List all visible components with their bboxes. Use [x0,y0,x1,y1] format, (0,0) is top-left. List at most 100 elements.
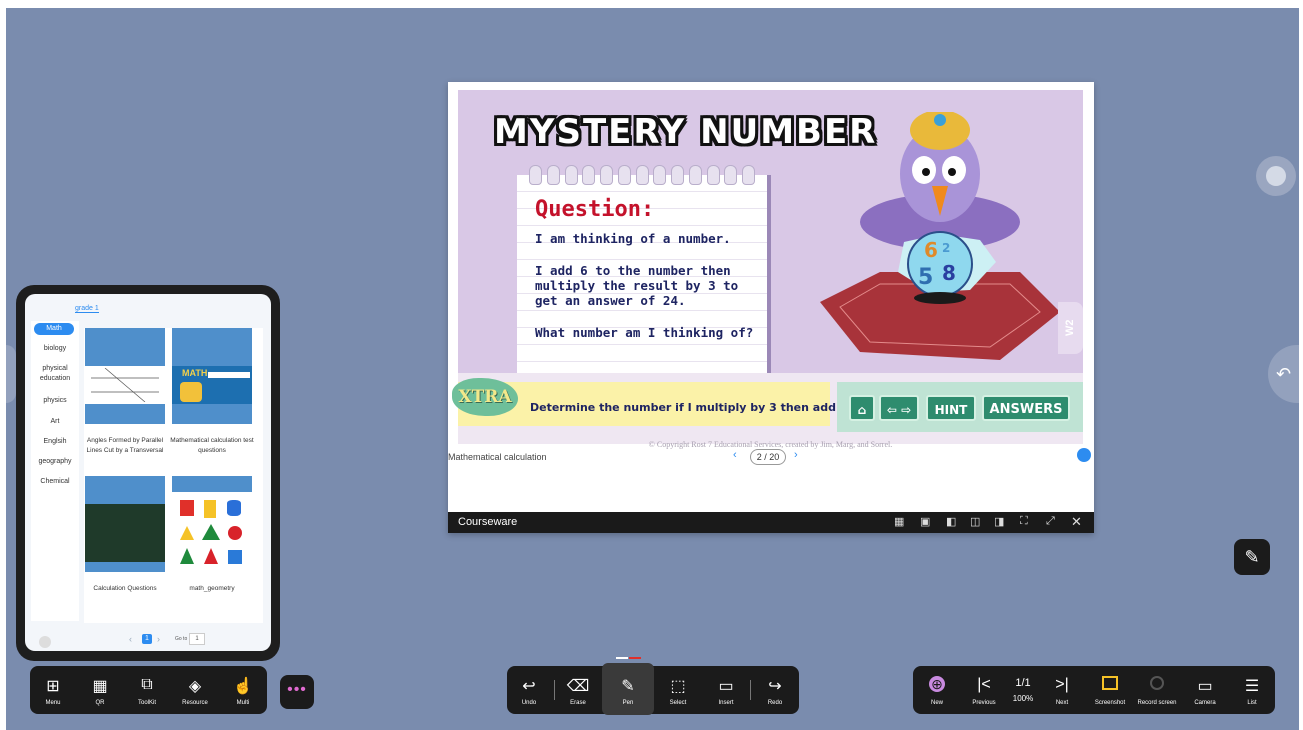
document-name: Mathematical calculation [448,452,547,462]
camera-icon: ▭ [1197,678,1213,695]
arrows-icon: ⇦ ⇨ [886,403,912,417]
hint-button[interactable]: HINT [926,395,976,421]
resource-title: Calculation Questions [93,585,157,592]
pager-next-icon[interactable]: › [157,634,160,644]
question-notepad: Question: I am thinking of a number. I a… [517,165,771,373]
dock-center-icon[interactable]: ◫ [970,515,980,528]
question-line-3: What number am I thinking of? [535,325,754,340]
category-english[interactable]: Englsih [33,437,77,447]
dock-right-icon[interactable]: ◨ [994,515,1004,528]
camera-label: Camera [1194,700,1216,706]
resource-card[interactable]: math_geometry [172,476,252,592]
category-geography[interactable]: geography [33,457,77,467]
pen-label: Pen [622,700,634,706]
new-page-button[interactable]: ⊕ New [921,666,953,714]
multi-label: Multi [236,700,250,706]
category-physics[interactable]: physics [33,396,77,406]
notepad-rings [529,165,755,187]
goto-input[interactable]: 1 [189,633,205,645]
dock-left-icon[interactable]: ◧ [946,515,956,528]
category-physical-education[interactable]: physical education [33,364,77,384]
record-label: Record screen [1137,700,1177,706]
list-button[interactable]: ☰ List [1235,666,1269,714]
left-return-handle[interactable] [6,345,16,403]
redo-button[interactable]: ↪ Redo [759,666,791,714]
category-biology[interactable]: biology [33,344,77,354]
screenshot-button[interactable]: Screenshot [1088,666,1132,714]
question-line-2: I add 6 to the number then multiply the … [535,263,739,308]
qr-window-icon[interactable]: ▦ [894,515,904,528]
panel-settings-icon[interactable] [39,636,51,648]
insert-button[interactable]: ▭ Insert [710,666,742,714]
answers-button[interactable]: ANSWERS [982,395,1070,421]
floating-ball[interactable] [1256,156,1296,196]
screenshot-icon [1088,676,1132,696]
folder-icon: ▭ [718,678,734,695]
resource-label: Resource [182,700,208,706]
close-icon[interactable]: ✕ [1071,514,1082,530]
xtra-text: Determine the number if I multiply by 3 … [530,401,852,414]
new-label: New [930,700,943,706]
courseware-window: MYSTERY NUMBER Question: I am thinking o… [448,82,1094,533]
record-screen-button[interactable]: Record screen [1135,666,1179,714]
menu-button[interactable]: ⊞ Menu [34,666,72,714]
screenshot-label: Screenshot [1094,700,1126,706]
resource-card[interactable]: Angles Formed by Parallel Lines Cut by a… [85,328,165,454]
toolbar-grip[interactable] [616,657,628,659]
zoom-level: 100% [1012,694,1034,703]
snap-icon[interactable]: ⛶ [1020,515,1028,528]
select-icon: ⬚ [670,678,686,695]
pager-current[interactable]: 1 [142,634,152,644]
list-label: List [1247,700,1257,706]
next-page-button[interactable]: › [794,449,798,461]
prev-page-button[interactable]: ‹ [733,449,737,461]
redo-label: Redo [767,700,783,706]
erase-button[interactable]: ⌫ Erase [562,666,594,714]
pen-float-button[interactable]: ✎ [1234,539,1270,575]
resource-thumbnail [85,328,165,424]
resource-thumbnail [85,476,165,572]
home-button[interactable]: ⌂ [849,395,875,421]
multi-button[interactable]: ☝ Multi [224,666,262,714]
svg-text:5: 5 [918,265,933,290]
layers-icon: ◈ [188,678,202,695]
resource-grid: Angles Formed by Parallel Lines Cut by a… [84,328,263,623]
crop-icon[interactable]: ▣ [920,515,930,528]
slide-navigation: ⌂ ⇦ ⇨ HINT ANSWERS [837,382,1083,432]
category-math[interactable]: Math [34,323,74,335]
resource-button[interactable]: ◈ Resource [175,666,215,714]
resource-card[interactable]: Calculation Questions [85,476,165,592]
xtra-badge: XTRA [452,378,518,416]
category-chemical[interactable]: Chemical [33,477,77,487]
camera-button[interactable]: ▭ Camera [1187,666,1223,714]
toolkit-label: ToolKit [137,700,156,706]
resource-title: math_geometry [189,585,235,592]
select-label: Select [669,700,687,706]
pen-button[interactable]: ✎ Pen [602,663,654,715]
copyright-text: © Copyright Rost 7 Educational Services,… [648,440,893,449]
pager-prev-icon[interactable]: ‹ [129,634,132,644]
prev-next-button[interactable]: ⇦ ⇨ [879,395,919,421]
hand-icon: ☝ [233,678,253,695]
toolbar-grip-accent [629,657,641,659]
select-button[interactable]: ⬚ Select [662,666,694,714]
svg-text:8: 8 [942,261,956,285]
resource-card[interactable]: MATH Mathematical calculation test quest… [170,328,254,454]
slide: MYSTERY NUMBER Question: I am thinking o… [452,90,1083,449]
undo-button[interactable]: ↩ Undo [513,666,545,714]
previous-page-button[interactable]: |< Previous [965,666,1003,714]
category-art[interactable]: Art [33,417,77,427]
grade-tab[interactable]: grade 1 [75,305,99,313]
resource-panel: grade 1 Math biology physical education … [16,285,280,661]
qr-button[interactable]: ▦ QR [81,666,119,714]
fullscreen-badge-icon[interactable] [1077,448,1091,462]
next-page-button[interactable]: >| Next [1046,666,1078,714]
add-circle-icon: ⊕ [921,676,953,696]
page-indicator[interactable]: 2 / 20 [750,449,786,465]
window-title: Courseware [458,516,518,528]
side-tab[interactable]: W2 [1058,302,1083,354]
more-button[interactable]: ••• [280,675,314,709]
resource-thumbnail: MATH [172,328,252,424]
toolkit-button[interactable]: ⧉ ToolKit [128,666,166,714]
expand-icon[interactable]: ⤢ [1046,515,1055,528]
